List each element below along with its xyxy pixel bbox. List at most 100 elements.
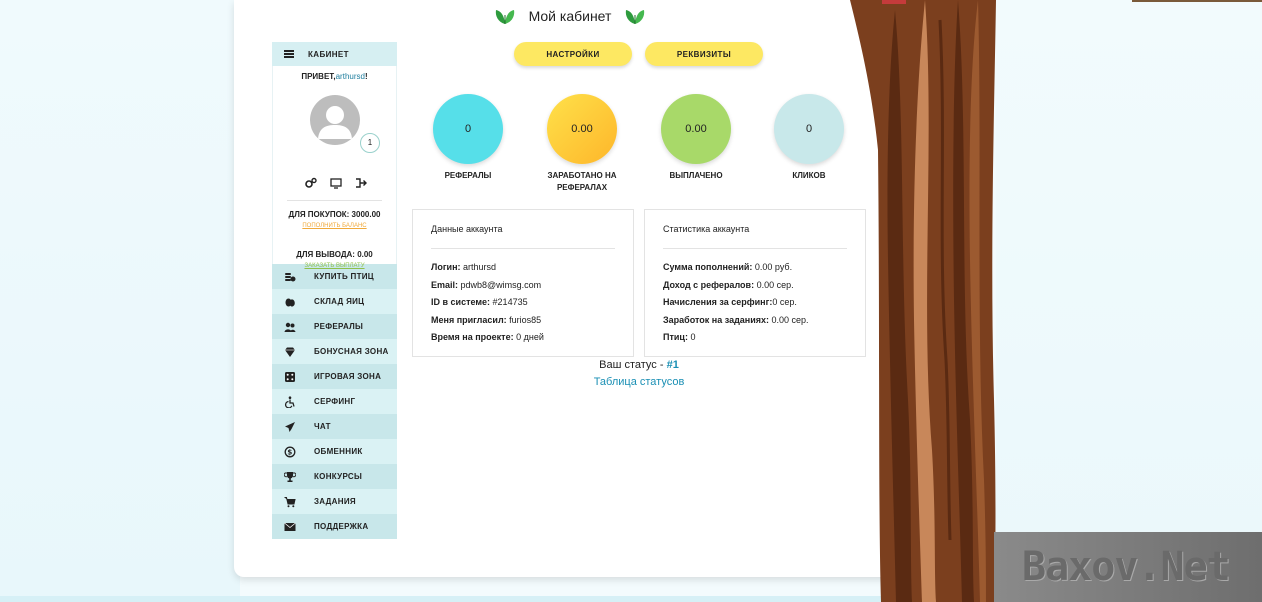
sidebar-item-label: КУПИТЬ ПТИЦ [314, 272, 374, 281]
username[interactable]: arthursd [336, 72, 365, 81]
sidebar-header-label: КАБИНЕТ [308, 49, 349, 59]
divider [287, 200, 382, 201]
row-label: Птиц: [663, 332, 688, 342]
stats-row-referral-income: Доход с рефералов: 0.00 сер. [663, 280, 859, 298]
row-value: arthursd [460, 262, 497, 272]
row-label: Время на проекте: [431, 332, 514, 342]
row-label: Сумма пополнений: [663, 262, 753, 272]
sidebar-item-game-zone[interactable]: ИГРОВАЯ ЗОНА [272, 364, 397, 389]
flag-icon[interactable] [882, 0, 906, 4]
logout-icon[interactable] [355, 176, 367, 188]
box-title: Данные аккаунта [431, 224, 503, 234]
page-header: Мой кабинет [494, 4, 646, 28]
svg-text:$: $ [287, 448, 292, 456]
sidebar-item-tasks[interactable]: ЗАДАНИЯ [272, 489, 397, 514]
sidebar-item-egg-storage[interactable]: СКЛАД ЯИЦ [272, 289, 397, 314]
order-payout-link[interactable]: ЗАКАЗАТЬ ВЫПЛАТУ [273, 263, 396, 269]
account-data-box: Данные аккаунта Логин: arthursd Email: p… [412, 209, 634, 357]
sidebar-item-label: ИГРОВАЯ ЗОНА [314, 372, 382, 381]
settings-button[interactable]: НАСТРОЙКИ [514, 42, 632, 66]
row-value: furios85 [506, 314, 542, 325]
stat-paid-out: 0.00 ВЫПЛАЧЕНО [641, 94, 751, 182]
status-line: Ваш статус - #1 [412, 359, 866, 371]
tree-trunk-decoration [850, 0, 996, 602]
row-value: 0.00 сер. [769, 314, 809, 325]
account-row-email: Email: pdwb8@wimsg.com [431, 280, 627, 298]
account-statistics-box: Статистика аккаунта Сумма пополнений: 0.… [644, 209, 866, 357]
page-title: Мой кабинет [528, 8, 612, 24]
topup-balance-link[interactable]: ПОПОЛНИТЬ БАЛАНС [273, 223, 396, 229]
row-label: ID в системе: [431, 297, 491, 307]
exchange-icon: $ [284, 446, 296, 458]
paper-plane-icon [284, 421, 296, 433]
screen-icon[interactable] [330, 176, 342, 189]
sidebar-item-label: СКЛАД ЯИЦ [314, 297, 365, 306]
sidebar-item-label: СЕРФИНГ [314, 397, 356, 406]
stat-referrals: 0 РЕФЕРАЛЫ [413, 94, 523, 182]
stat-label: ВЫПЛАЧЕНО [669, 171, 723, 180]
leaf-icon [625, 10, 645, 24]
row-label: Логин: [431, 262, 461, 272]
profile-actions [305, 176, 367, 189]
sidebar-item-exchanger[interactable]: $ ОБМЕННИК [272, 439, 397, 464]
sidebar-item-label: КОНКУРСЫ [314, 472, 363, 481]
row-label: Заработок на заданиях: [663, 314, 770, 325]
stats-row-birds: Птиц: 0 [663, 332, 859, 350]
cart-icon [284, 496, 296, 508]
top-edge-line [1132, 0, 1262, 2]
sidebar-item-chat[interactable]: ЧАТ [272, 414, 397, 439]
sidebar-item-label: ОБМЕННИК [314, 447, 363, 456]
background-right [996, 0, 1262, 602]
purchase-balance: ДЛЯ ПОКУПОК: 3000.00 [288, 210, 381, 219]
users-icon [284, 321, 296, 333]
divider [663, 248, 847, 249]
sidebar-header[interactable]: КАБИНЕТ [272, 42, 397, 66]
requisites-button[interactable]: РЕКВИЗИТЫ [645, 42, 763, 66]
status-table-link[interactable]: Таблица статусов [412, 376, 866, 388]
row-label: Меня пригласил: [431, 314, 507, 325]
row-value: 0 дней [513, 332, 544, 342]
status-prefix: Ваш статус - [599, 359, 667, 371]
box-title: Статистика аккаунта [663, 224, 750, 234]
row-value: 0 [687, 332, 696, 342]
row-value: #214735 [490, 297, 528, 307]
dice-icon [284, 371, 296, 383]
menu-icon [284, 50, 294, 58]
stat-circle: 0 [774, 94, 844, 164]
sidebar-item-support[interactable]: ПОДДЕРЖКА [272, 514, 397, 539]
stat-clicks: 0 КЛИКОВ [754, 94, 864, 182]
settings-gears-icon[interactable] [305, 176, 317, 188]
sidebar: КАБИНЕТ ПРИВЕТ,arthursd! 1 ДЛЯ ПОКУПОК: … [272, 42, 397, 539]
sidebar-item-bonus-zone[interactable]: БОНУСНАЯ ЗОНА [272, 339, 397, 364]
stat-label: КЛИКОВ [792, 171, 826, 180]
row-value: 0.00 сер. [754, 279, 794, 290]
withdraw-balance: ДЛЯ ВЫВОДА: 0.00 [296, 250, 373, 259]
watermark-text: Baxov.Net [1022, 544, 1231, 590]
stats-row-deposits: Сумма пополнений: 0.00 руб. [663, 262, 859, 280]
sidebar-item-referrals[interactable]: РЕФЕРАЛЫ [272, 314, 397, 339]
sidebar-item-surfing[interactable]: СЕРФИНГ [272, 389, 397, 414]
greeting-text: ПРИВЕТ, [301, 72, 336, 81]
accessible-icon [284, 395, 296, 408]
stat-circle: 0.00 [661, 94, 731, 164]
greeting: ПРИВЕТ,arthursd! [273, 72, 396, 81]
notification-badge[interactable]: 1 [360, 133, 380, 153]
user-silhouette-icon [318, 106, 352, 139]
sidebar-item-label: БОНУСНАЯ ЗОНА [314, 347, 389, 356]
row-label: Доход с рефералов: [663, 279, 755, 290]
stat-label: РЕФЕРАЛЫ [444, 171, 492, 180]
status-value: #1 [666, 359, 679, 371]
avatar[interactable] [310, 95, 360, 145]
profile-panel: ПРИВЕТ,arthursd! 1 ДЛЯ ПОКУПОК: 3000.00 … [272, 66, 397, 269]
greeting-suffix: ! [364, 72, 368, 81]
sidebar-item-label: РЕФЕРАЛЫ [314, 322, 364, 331]
divider [431, 248, 615, 249]
sidebar-item-label: ПОДДЕРЖКА [314, 522, 369, 531]
sidebar-item-contests[interactable]: КОНКУРСЫ [272, 464, 397, 489]
leaf-icon [495, 10, 515, 24]
background-left [0, 0, 240, 602]
account-row-inviter: Меня пригласил: furios85 [431, 315, 627, 333]
diamond-icon [284, 346, 296, 358]
stat-circle: 0.00 [547, 94, 617, 164]
row-label: Начисления за серфинг: [663, 297, 773, 307]
